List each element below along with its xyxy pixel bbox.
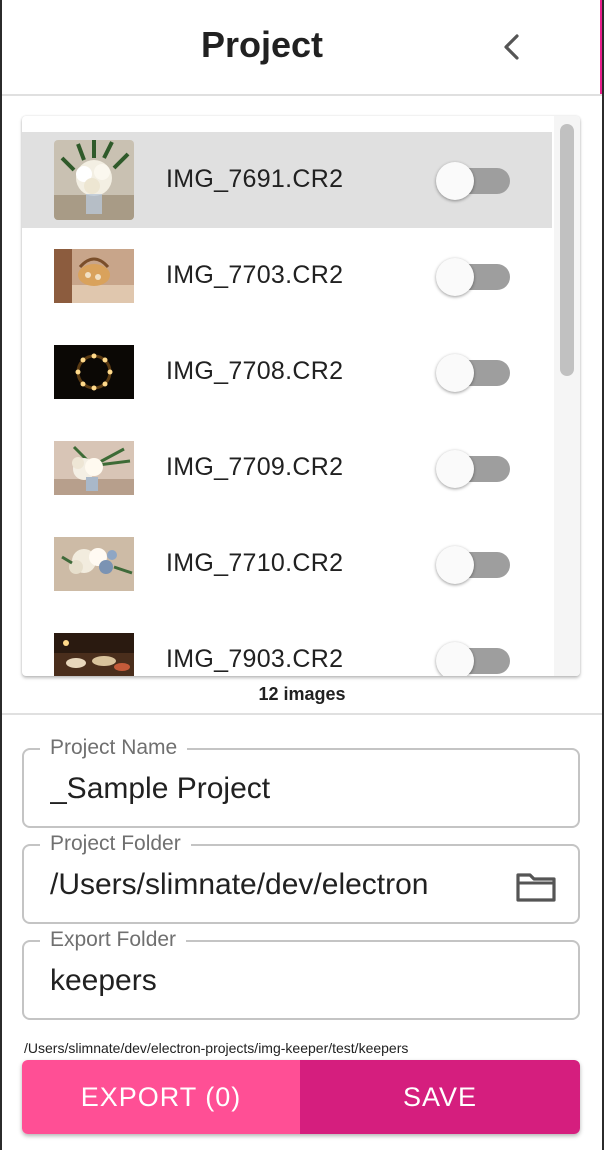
- export-path-text: /Users/slimnate/dev/electron-projects/im…: [24, 1040, 409, 1056]
- keep-toggle[interactable]: [436, 546, 512, 584]
- thumbnail-image: [54, 537, 134, 591]
- keep-toggle[interactable]: [436, 450, 512, 488]
- keep-toggle[interactable]: [436, 162, 512, 200]
- image-list: IMG_7691.CR2 IMG_7703.CR2 IMG_7708.CR2 I…: [22, 116, 580, 676]
- image-filename: IMG_7703.CR2: [166, 261, 344, 289]
- thumbnail-image: [54, 633, 134, 676]
- project-panel: Project IMG_7691.CR2 IMG_7703.CR2 IMG_77…: [2, 0, 602, 1150]
- image-count: 12 images: [258, 684, 346, 704]
- project-name-field[interactable]: Project Name _Sample Project: [22, 736, 580, 828]
- header: Project: [2, 0, 602, 96]
- toggle-knob: [436, 162, 474, 200]
- page-title: Project: [200, 24, 324, 65]
- project-folder-label: Project Folder: [40, 832, 191, 856]
- image-filename: IMG_7903.CR2: [166, 645, 344, 673]
- thumbnail-image: [54, 249, 134, 303]
- toggle-knob: [436, 258, 474, 296]
- divider: [2, 713, 602, 715]
- list-item[interactable]: IMG_7903.CR2: [22, 612, 552, 676]
- export-folder-label: Export Folder: [40, 928, 187, 952]
- browse-folder-button[interactable]: [512, 866, 560, 906]
- thumbnail-image: [54, 345, 134, 399]
- project-name-input[interactable]: _Sample Project: [50, 772, 490, 806]
- list-item[interactable]: IMG_7708.CR2: [22, 324, 552, 420]
- export-folder-field[interactable]: Export Folder keepers: [22, 928, 580, 1020]
- export-folder-input[interactable]: keepers: [50, 964, 490, 998]
- image-filename: IMG_7691.CR2: [166, 165, 344, 193]
- scrollbar-thumb[interactable]: [560, 124, 574, 376]
- project-folder-field[interactable]: Project Folder /Users/slimnate/dev/elect…: [22, 832, 580, 924]
- save-button[interactable]: SAVE: [300, 1060, 580, 1134]
- keep-toggle[interactable]: [436, 642, 512, 676]
- folder-icon: [516, 873, 556, 902]
- list-item[interactable]: IMG_7709.CR2: [22, 420, 552, 516]
- export-button[interactable]: EXPORT (0): [22, 1060, 300, 1134]
- back-button[interactable]: [492, 26, 532, 70]
- image-filename: IMG_7708.CR2: [166, 357, 344, 385]
- list-item[interactable]: IMG_7710.CR2: [22, 516, 552, 612]
- project-folder-input[interactable]: /Users/slimnate/dev/electron: [50, 868, 490, 902]
- toggle-knob: [436, 354, 474, 392]
- scrollbar[interactable]: [554, 116, 580, 676]
- list-item[interactable]: IMG_7691.CR2: [22, 132, 552, 228]
- keep-toggle[interactable]: [436, 354, 512, 392]
- toggle-knob: [436, 642, 474, 676]
- image-filename: IMG_7710.CR2: [166, 549, 344, 577]
- toggle-knob: [436, 546, 474, 584]
- toggle-knob: [436, 450, 474, 488]
- chevron-left-icon: [504, 34, 519, 60]
- keep-toggle[interactable]: [436, 258, 512, 296]
- list-item[interactable]: IMG_7703.CR2: [22, 228, 552, 324]
- project-name-label: Project Name: [40, 736, 188, 760]
- thumbnail-image: [54, 441, 134, 495]
- action-button-group: EXPORT (0) SAVE: [22, 1060, 580, 1134]
- thumbnail-image: [54, 140, 134, 220]
- image-filename: IMG_7709.CR2: [166, 453, 344, 481]
